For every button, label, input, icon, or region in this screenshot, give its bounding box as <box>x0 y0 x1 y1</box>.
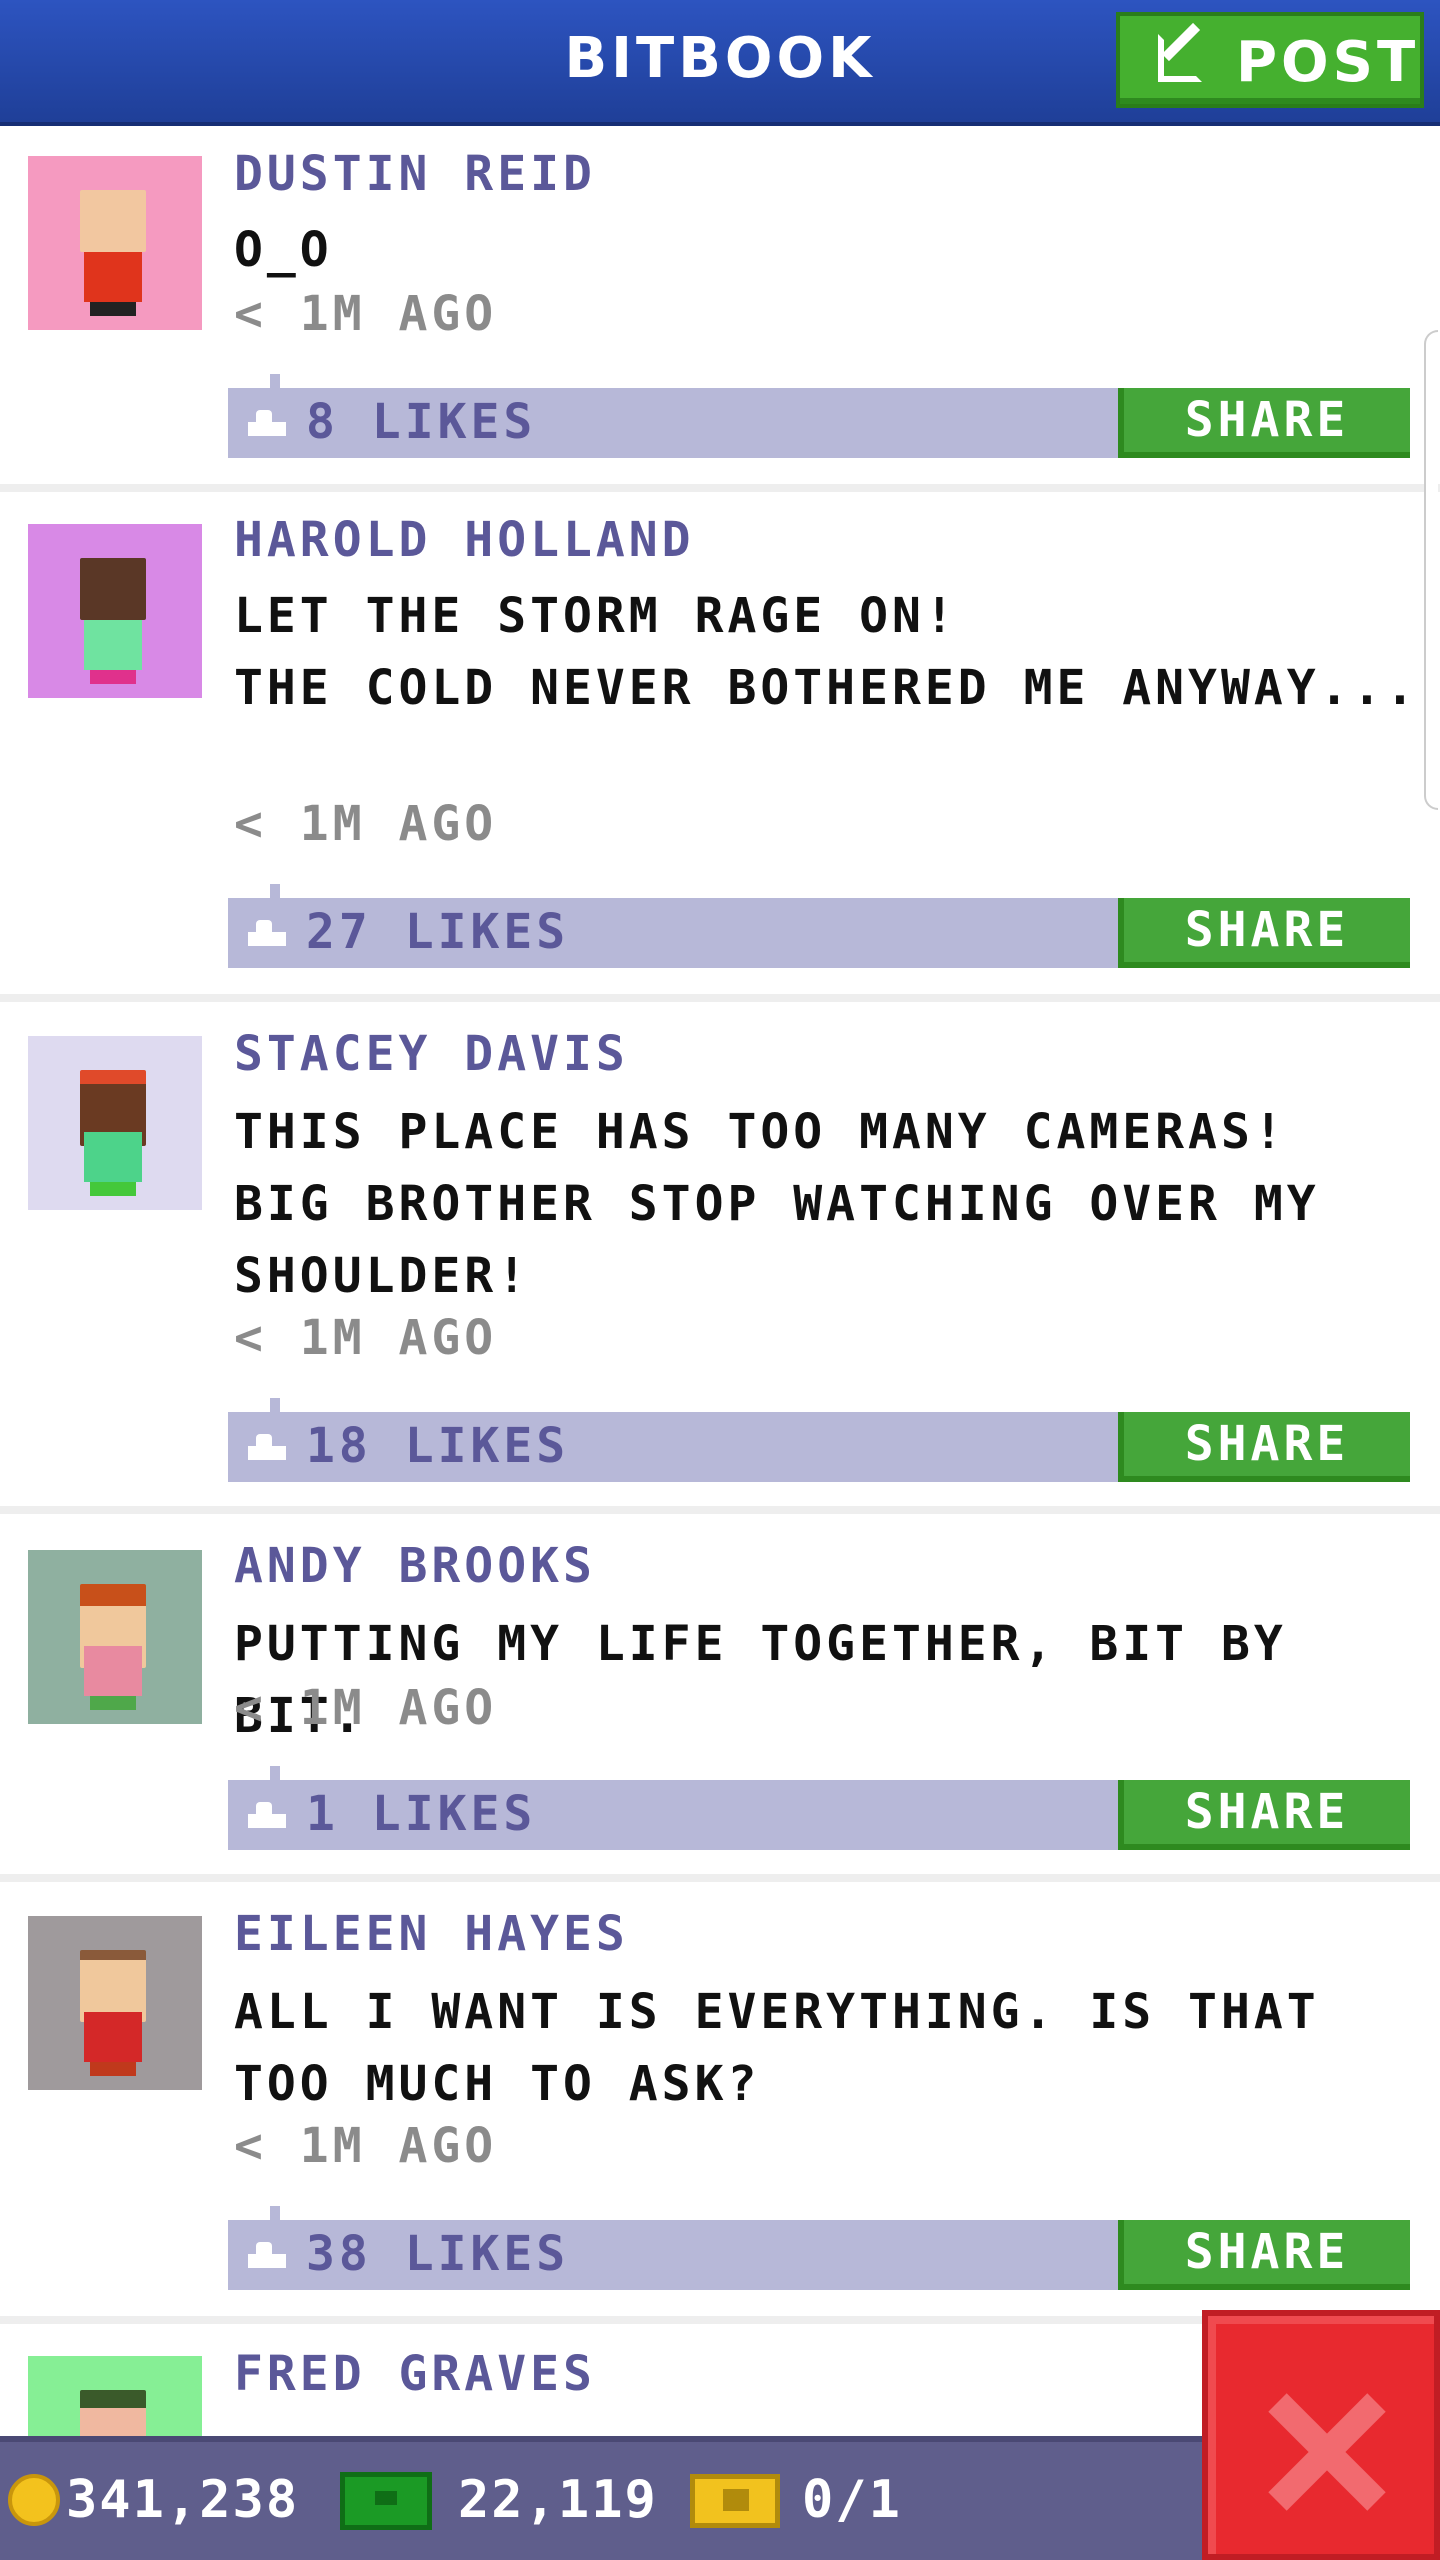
likes-bar: 1 LIKES SHARE <box>228 1766 1410 1850</box>
post-button[interactable]: POST <box>1116 12 1424 108</box>
thumbs-up-icon[interactable] <box>248 2242 286 2268</box>
close-button[interactable] <box>1202 2310 1440 2560</box>
coins-value: 341,238 <box>66 2470 300 2530</box>
post-time: < 1M AGO <box>234 2118 498 2174</box>
post-author[interactable]: STACEY DAVIS <box>234 1026 629 1082</box>
thumbs-up-icon[interactable] <box>248 410 286 436</box>
share-label: SHARE <box>1184 2224 1350 2280</box>
avatar[interactable] <box>28 2356 202 2436</box>
bux-icon <box>340 2472 432 2530</box>
likes-count: 38 LIKES <box>306 2226 570 2282</box>
post-time: < 1M AGO <box>234 286 498 342</box>
ticket-icon <box>690 2474 780 2528</box>
close-icon <box>1260 2386 1390 2516</box>
divider <box>0 1874 1440 1882</box>
tickets-stat: 0/1 <box>690 2466 930 2536</box>
share-label: SHARE <box>1184 1784 1350 1840</box>
divider <box>0 1506 1440 1514</box>
scrollbar[interactable] <box>1424 330 1438 810</box>
likes-count: 18 LIKES <box>306 1418 570 1474</box>
divider <box>0 994 1440 1002</box>
post-message: THIS PLACE HAS TOO MANY CAMERAS! BIG BRO… <box>234 1104 1320 1304</box>
app-header: BITBOOK POST <box>0 0 1440 126</box>
share-label: SHARE <box>1184 392 1350 448</box>
likes-bar: 27 LIKES SHARE <box>228 884 1410 968</box>
share-label: SHARE <box>1184 1416 1350 1472</box>
avatar[interactable] <box>28 1036 202 1210</box>
share-button[interactable]: SHARE <box>1118 2220 1410 2290</box>
coins-stat: 341,238 <box>0 2466 330 2536</box>
post-time: < 1M AGO <box>234 1680 498 1736</box>
likes-bar: 38 LIKES SHARE <box>228 2206 1410 2290</box>
likes-count: 8 LIKES <box>306 394 537 450</box>
avatar[interactable] <box>28 1916 202 2090</box>
share-label: SHARE <box>1184 902 1350 958</box>
post-message: O_O <box>234 222 333 278</box>
bux-stat: 22,119 <box>340 2466 670 2536</box>
bux-value: 22,119 <box>458 2470 658 2530</box>
divider <box>0 484 1440 492</box>
post-time: < 1M AGO <box>234 796 498 852</box>
coin-icon <box>8 2474 60 2526</box>
likes-count: 27 LIKES <box>306 904 570 960</box>
post-author[interactable]: EILEEN HAYES <box>234 1906 629 1962</box>
edit-icon <box>1158 34 1202 82</box>
post-author[interactable]: ANDY BROOKS <box>234 1538 596 1594</box>
post-message: ALL I WANT IS EVERYTHING. IS THAT TOO MU… <box>234 1984 1353 2112</box>
post-author[interactable]: DUSTIN REID <box>234 146 596 202</box>
thumbs-up-icon[interactable] <box>248 920 286 946</box>
avatar[interactable] <box>28 524 202 698</box>
thumbs-up-icon[interactable] <box>248 1434 286 1460</box>
tickets-value: 0/1 <box>802 2470 902 2530</box>
thumbs-up-icon[interactable] <box>248 1802 286 1828</box>
share-button[interactable]: SHARE <box>1118 388 1410 458</box>
post-label: POST <box>1236 30 1420 95</box>
share-button[interactable]: SHARE <box>1118 1412 1410 1482</box>
likes-count: 1 LIKES <box>306 1786 537 1842</box>
likes-bar: 18 LIKES SHARE <box>228 1398 1410 1482</box>
likes-bar: 8 LIKES SHARE <box>228 374 1410 458</box>
post-message: LET THE STORM RAGE ON! THE COLD NEVER BO… <box>234 588 1419 716</box>
avatar[interactable] <box>28 156 202 330</box>
post-time: < 1M AGO <box>234 1310 498 1366</box>
post-author[interactable]: HAROLD HOLLAND <box>234 512 695 568</box>
share-button[interactable]: SHARE <box>1118 898 1410 968</box>
share-button[interactable]: SHARE <box>1118 1780 1410 1850</box>
avatar[interactable] <box>28 1550 202 1724</box>
post-author[interactable]: FRED GRAVES <box>234 2346 596 2402</box>
